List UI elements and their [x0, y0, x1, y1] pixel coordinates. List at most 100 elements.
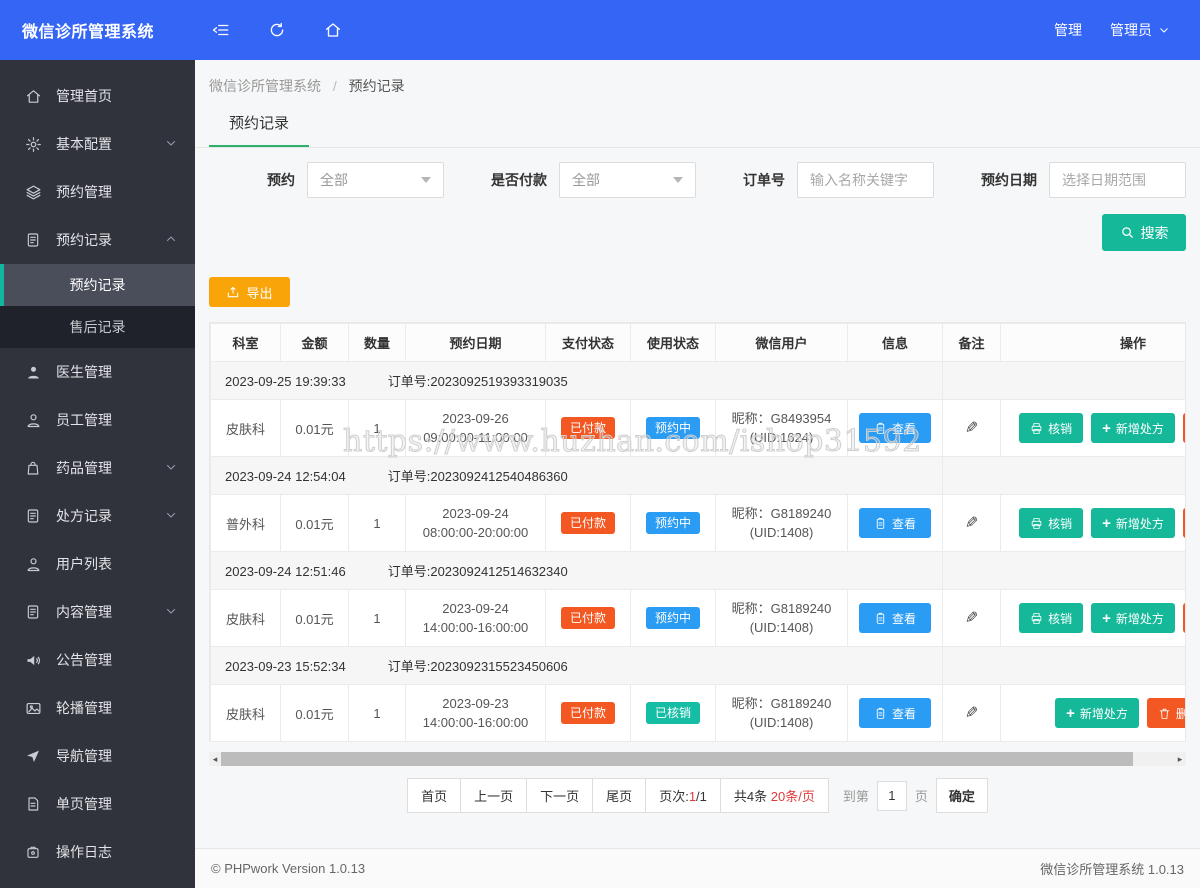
- submenu-item-aftersales-records[interactable]: 售后记录: [0, 306, 195, 348]
- home-icon[interactable]: [323, 20, 343, 40]
- view-button[interactable]: 查看: [859, 508, 931, 538]
- sidebar-item-appointment-records[interactable]: 预约记录: [0, 216, 195, 264]
- add-prescription-button[interactable]: + 新增处方: [1091, 508, 1175, 538]
- collapse-sidebar-icon[interactable]: [211, 20, 231, 40]
- sidebar-item-staff-manage[interactable]: 员工管理: [0, 396, 195, 444]
- printer-icon: [1031, 517, 1042, 529]
- search-icon: [1121, 227, 1133, 238]
- caret-down-icon: [421, 177, 431, 183]
- sidebar-item-operation-log[interactable]: 操作日志: [0, 828, 195, 876]
- order-time: 2023-09-23 15:52:34: [225, 659, 346, 674]
- view-button[interactable]: 查看: [859, 603, 931, 633]
- printer-icon: [1031, 422, 1042, 434]
- export-button[interactable]: 导出: [209, 277, 290, 307]
- sidebar-item-prescription-records[interactable]: 处方记录: [0, 492, 195, 540]
- order-no-input[interactable]: [797, 162, 934, 198]
- verify-button[interactable]: 核销: [1019, 603, 1084, 633]
- edit-remark-icon[interactable]: ✎: [965, 513, 978, 533]
- sidebar-item-drug-manage[interactable]: 药品管理: [0, 444, 195, 492]
- sidebar-item-carousel-manage[interactable]: 轮播管理: [0, 684, 195, 732]
- sidebar-item-doctor-manage[interactable]: 医生管理: [0, 348, 195, 396]
- add-prescription-button[interactable]: + 新增处方: [1091, 603, 1175, 633]
- clipboard-icon: [876, 612, 885, 624]
- paid-filter-select[interactable]: 全部: [559, 162, 696, 198]
- home-icon: [24, 87, 42, 105]
- sidebar-item-appointment-manage[interactable]: 预约管理: [0, 168, 195, 216]
- sidebar-item-admin-home[interactable]: 管理首页: [0, 72, 195, 120]
- goto-confirm-button[interactable]: 确定: [935, 778, 988, 813]
- plus-icon: +: [1102, 419, 1111, 437]
- bag-icon: [24, 459, 42, 477]
- appointment-filter-select[interactable]: 全部: [307, 162, 444, 198]
- use-status-badge: 预约中: [645, 607, 700, 629]
- order-group-row: 2023-09-24 12:54:04 订单号:20230924125404863…: [210, 456, 1185, 495]
- verify-button[interactable]: 核销: [1019, 413, 1084, 443]
- chevron-down-icon: [1160, 28, 1168, 33]
- delete-button[interactable]: 删除: [1182, 603, 1185, 633]
- log-icon: [24, 843, 42, 861]
- submenu-item-appointment-records[interactable]: 预约记录: [0, 264, 195, 306]
- sidebar-item-navigation-manage[interactable]: 导航管理: [0, 732, 195, 780]
- next-page-button[interactable]: 下一页: [526, 778, 594, 813]
- user-menu[interactable]: 管理员: [1110, 20, 1170, 40]
- edit-remark-icon[interactable]: ✎: [965, 608, 978, 628]
- scrollbar-thumb[interactable]: [221, 752, 1133, 766]
- edit-remark-icon[interactable]: ✎: [965, 703, 978, 723]
- file-text-icon: [24, 507, 42, 525]
- pay-status-badge: 已付款: [560, 702, 615, 724]
- scroll-right-arrow-icon[interactable]: ▸: [1174, 752, 1186, 766]
- sidebar-item-single-page-manage[interactable]: 单页管理: [0, 780, 195, 828]
- sidebar-item-basic-config[interactable]: 基本配置: [0, 120, 195, 168]
- filter-row: 预约 全部 是否付款 全部 订单号 预约日期: [195, 148, 1200, 198]
- amount-cell: 0.01元: [280, 399, 349, 457]
- sidebar: 管理首页 基本配置 预约管理 预约记录 预约记录 售后记录 医生管理 员工管理 …: [0, 60, 195, 888]
- view-button[interactable]: 查看: [859, 698, 931, 728]
- order-no-label: 订单号: [743, 172, 785, 188]
- page-indicator: 页次:1/1: [645, 778, 721, 813]
- verify-button[interactable]: 核销: [1019, 508, 1084, 538]
- user-name: 管理员: [1110, 22, 1152, 38]
- refresh-icon[interactable]: [267, 20, 287, 40]
- main-content: 微信诊所管理系统 / 预约记录 预约记录 预约 全部 是否付款 全部 订单号 预…: [195, 60, 1200, 888]
- order-time: 2023-09-24 12:51:46: [225, 564, 346, 579]
- person-icon: [24, 411, 42, 429]
- edit-remark-icon[interactable]: ✎: [965, 418, 978, 438]
- search-button[interactable]: 搜索: [1102, 214, 1186, 251]
- sidebar-item-user-list[interactable]: 用户列表: [0, 540, 195, 588]
- amount-cell: 0.01元: [280, 684, 349, 742]
- col-qty: 数量: [348, 323, 406, 362]
- horizontal-scrollbar[interactable]: ◂ ▸: [209, 752, 1186, 766]
- delete-button[interactable]: 删除: [1146, 698, 1185, 728]
- add-prescription-button[interactable]: + 新增处方: [1055, 698, 1139, 728]
- plus-icon: +: [1102, 609, 1111, 627]
- view-button[interactable]: 查看: [859, 413, 931, 443]
- use-status-badge: 预约中: [645, 417, 700, 439]
- prev-page-button[interactable]: 上一页: [460, 778, 528, 813]
- export-icon: [228, 286, 239, 298]
- delete-button[interactable]: 删除: [1182, 413, 1185, 443]
- file-text-icon: [24, 231, 42, 249]
- gear-icon: [24, 135, 42, 153]
- col-actions: 操作: [1000, 323, 1185, 362]
- pay-status-badge: 已付款: [560, 512, 615, 534]
- scroll-left-arrow-icon[interactable]: ◂: [209, 752, 221, 766]
- clipboard-icon: [876, 707, 885, 719]
- date-range-input[interactable]: [1049, 162, 1186, 198]
- wechat-user-cell: 昵称：G8189240 (UID:1408): [715, 494, 848, 552]
- sidebar-item-content-manage[interactable]: 内容管理: [0, 588, 195, 636]
- goto-page-input[interactable]: [876, 780, 907, 811]
- add-prescription-button[interactable]: + 新增处方: [1091, 413, 1175, 443]
- use-status-badge: 已核销: [645, 702, 700, 724]
- first-page-button[interactable]: 首页: [407, 778, 462, 813]
- manage-link[interactable]: 管理: [1054, 20, 1082, 40]
- table-row: 皮肤科 0.01元 1 2023-09-24 14:00:00-16:00:00 …: [210, 589, 1185, 647]
- last-page-button[interactable]: 尾页: [592, 778, 647, 813]
- speaker-icon: [24, 651, 42, 669]
- sidebar-item-announcement-manage[interactable]: 公告管理: [0, 636, 195, 684]
- trash-icon: [1159, 708, 1170, 719]
- breadcrumb-root[interactable]: 微信诊所管理系统: [209, 78, 321, 94]
- chevron-up-icon: [165, 232, 177, 248]
- order-group-row: 2023-09-23 15:52:34 订单号:20230923155234506…: [210, 646, 1185, 685]
- delete-button[interactable]: 删除: [1182, 508, 1185, 538]
- tab-appointment-records[interactable]: 预约记录: [209, 106, 310, 147]
